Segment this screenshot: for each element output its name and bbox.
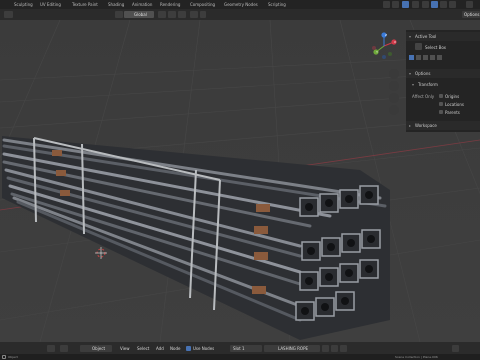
snap-icon[interactable] <box>168 11 176 18</box>
wireframe-shading-icon[interactable] <box>422 1 429 8</box>
pin-icon[interactable] <box>452 345 459 352</box>
parents-checkbox[interactable] <box>439 110 443 114</box>
select-box-icon[interactable] <box>415 43 422 50</box>
zoom-icon[interactable] <box>389 69 399 79</box>
use-nodes-checkbox[interactable] <box>186 346 191 351</box>
object-shader-icon[interactable] <box>60 345 68 352</box>
editor-type-icon[interactable] <box>4 11 13 18</box>
workspace-section-header[interactable]: ▸ Workspace <box>406 121 480 130</box>
gizmo-x-label: X <box>393 40 397 44</box>
gizmo-z-label: Z <box>384 33 388 37</box>
transform-orientation-label: Global <box>134 12 147 17</box>
transform-pivot-icon[interactable] <box>115 11 123 18</box>
tool-name: Select Box <box>425 45 447 50</box>
tab-texture-paint[interactable]: Texture Paint <box>72 2 98 7</box>
material-name-label: LASHING ROPE <box>278 346 309 351</box>
workspace-section-title: Workspace <box>415 123 437 128</box>
solid-shading-icon[interactable] <box>431 1 438 8</box>
select-mode-new-icon[interactable] <box>409 55 414 60</box>
tab-shading[interactable]: Shading <box>108 2 124 7</box>
affect-only-label: Affect Only <box>412 94 435 99</box>
status-bar: Object Scene Collection | Plane.006 <box>0 354 480 360</box>
shader-editor-header: Object View Select Add Node Use Nodes Sl… <box>0 342 480 354</box>
proportional-editing-icon[interactable] <box>190 11 198 18</box>
select-mode-extend-icon[interactable] <box>416 55 421 60</box>
material-shading-icon[interactable] <box>440 1 447 8</box>
pipe-bundle-model[interactable] <box>2 136 390 340</box>
fake-user-shield-icon[interactable] <box>322 345 329 352</box>
chevron-right-icon: ▸ <box>409 123 412 128</box>
active-tool-title: Active Tool <box>415 34 437 39</box>
transform-subpanel-title[interactable]: Transform <box>418 82 438 87</box>
shading-options-icon[interactable] <box>466 1 473 8</box>
unlink-material-close-icon[interactable] <box>340 345 347 352</box>
camera-view-icon[interactable] <box>389 93 399 103</box>
active-tool-section-header[interactable]: ▾ Active Tool <box>406 32 480 41</box>
chevron-down-icon: ▾ <box>409 71 412 76</box>
mouse-select-icon <box>2 355 6 359</box>
menu-select[interactable]: Select <box>137 346 149 351</box>
3d-cursor-icon[interactable] <box>95 247 107 259</box>
pan-hand-icon[interactable] <box>389 81 399 91</box>
rendered-shading-icon[interactable] <box>449 1 456 8</box>
toggle-overlays-icon[interactable] <box>402 1 409 8</box>
origins-checkbox[interactable] <box>439 94 443 98</box>
tool-settings-panel: ▾ Active Tool Select Box ▾ Options ▾ Tra… <box>406 30 480 132</box>
status-left-text: Object <box>8 355 18 359</box>
locations-checkbox[interactable] <box>439 102 443 106</box>
tab-animation[interactable]: Animation <box>132 2 152 7</box>
tab-sculpting[interactable]: Sculpting <box>14 2 33 7</box>
use-nodes-label: Use Nodes <box>193 346 215 351</box>
gizmo-y-label: Y <box>376 50 378 54</box>
viewport-gizmo-icon[interactable] <box>392 1 399 8</box>
viewport-header: Global Options <box>0 9 480 20</box>
tab-uv-editing[interactable]: UV Editing <box>40 2 61 7</box>
object-type-visibility-icon[interactable] <box>383 1 390 8</box>
menu-view[interactable]: View <box>120 346 130 351</box>
editor-mode-label: Object <box>92 346 106 351</box>
snap-target-icon[interactable] <box>178 11 186 18</box>
perspective-grid-icon[interactable] <box>389 105 399 115</box>
menu-add[interactable]: Add <box>156 346 164 351</box>
select-mode-subtract-icon[interactable] <box>423 55 428 60</box>
status-right-text: Scene Collection | Plane.006 <box>395 355 438 359</box>
locations-label: Locations <box>445 102 465 107</box>
duplicate-material-icon[interactable] <box>331 345 338 352</box>
top-menu-bar: Sculpting UV Editing Texture Paint Shadi… <box>0 0 480 9</box>
xray-icon[interactable] <box>412 1 419 8</box>
editor-type-icon[interactable] <box>47 345 55 352</box>
proportional-falloff-icon[interactable] <box>200 11 206 18</box>
select-mode-intersect-icon[interactable] <box>437 55 442 60</box>
chevron-down-icon: ▾ <box>412 82 415 87</box>
slot-label: Slot 1 <box>233 346 245 351</box>
tab-scripting[interactable]: Scripting <box>268 2 286 7</box>
pivot-point-icon[interactable] <box>158 11 166 18</box>
select-mode-invert-icon[interactable] <box>430 55 435 60</box>
tab-geometry-nodes[interactable]: Geometry Nodes <box>224 2 258 7</box>
menu-node[interactable]: Node <box>170 346 180 351</box>
options-label: Options <box>464 12 480 17</box>
origins-label: Origins <box>445 94 460 99</box>
chevron-down-icon: ▾ <box>409 34 412 39</box>
parents-label: Parents <box>445 110 460 115</box>
tab-rendering[interactable]: Rendering <box>160 2 180 7</box>
tab-compositing[interactable]: Compositing <box>190 2 215 7</box>
options-section-title: Options <box>415 71 431 76</box>
options-section-header[interactable]: ▾ Options <box>406 69 480 78</box>
